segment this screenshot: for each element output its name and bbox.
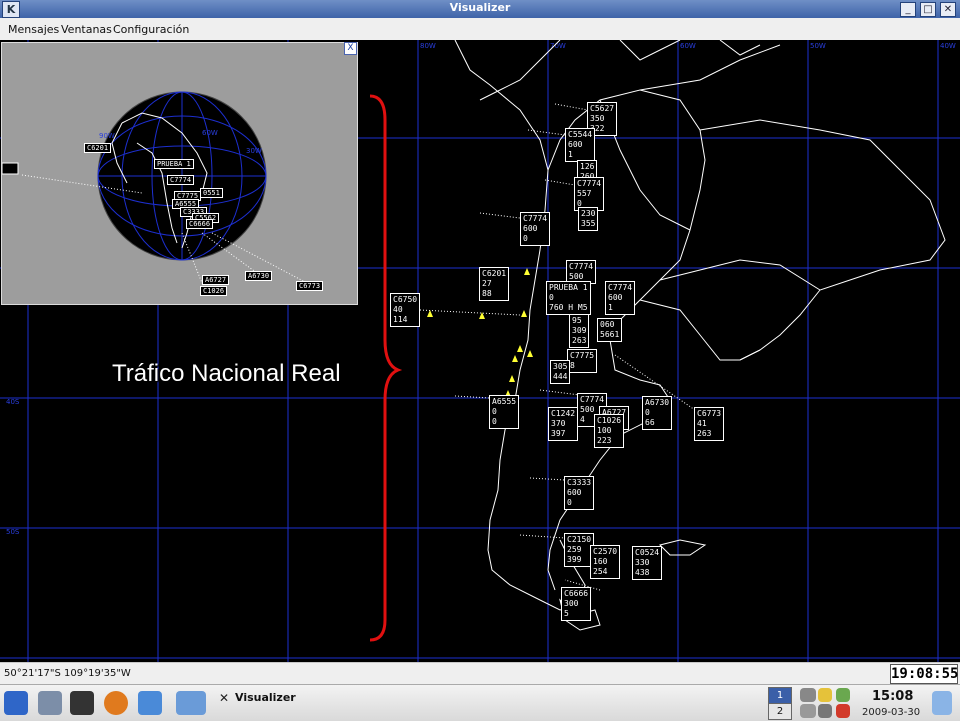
aircraft-marker	[479, 312, 485, 319]
globe-aircraft-label[interactable]: PRUEBA 1	[154, 159, 194, 169]
tray-clock-time[interactable]: 15:08	[872, 689, 913, 704]
volume-icon[interactable]	[800, 688, 816, 702]
meridian-label: 60W	[680, 42, 696, 50]
taskbar-item-visualizer[interactable]: ✕ Visualizer	[215, 688, 755, 718]
globe-aircraft-label[interactable]: A6730	[245, 271, 273, 281]
globe-grid-label: 30W	[246, 147, 262, 155]
offscreen-marker	[2, 162, 19, 175]
aircraft-label[interactable]: C7774 600 0	[520, 212, 551, 246]
tools-icon[interactable]	[818, 704, 832, 718]
aircraft-label[interactable]: A6730 0 66	[642, 396, 673, 430]
aircraft-label[interactable]: C7774 600 1	[605, 281, 636, 315]
menu-bar: Mensajes Ventanas Configuración	[0, 18, 960, 41]
klipper-icon[interactable]	[818, 688, 832, 702]
aircraft-marker	[521, 310, 527, 317]
aircraft-label[interactable]: C1242 370 397	[548, 407, 579, 441]
aircraft-label[interactable]: C1026 100 223	[594, 414, 625, 448]
aircraft-label[interactable]: C7775 8	[567, 349, 598, 373]
terminal-icon[interactable]	[70, 691, 94, 715]
globe-aircraft-label[interactable]: C6666	[186, 219, 214, 229]
update-icon[interactable]	[836, 688, 850, 702]
globe-aircraft-label[interactable]: C1026	[200, 286, 228, 296]
aircraft-marker	[527, 350, 533, 357]
meridian-label: 40W	[940, 42, 956, 50]
taskbar: ✕ Visualizer 1 2 15:08 2009-03-30	[0, 684, 960, 721]
aircraft-marker	[509, 375, 515, 382]
inset-close-button[interactable]: X	[344, 42, 357, 55]
system-icon[interactable]	[38, 691, 62, 715]
globe-grid-label: 60W	[202, 129, 218, 137]
meridian-label: 80W	[420, 42, 436, 50]
aircraft-label[interactable]: C7774 557 0	[574, 177, 605, 211]
globe-aircraft-label[interactable]: C6201	[84, 143, 112, 153]
trash-icon[interactable]	[932, 691, 952, 715]
aircraft-label[interactable]: C0524 330 438	[632, 546, 663, 580]
aircraft-label[interactable]: PRUEBA 1 0 760 H M5	[546, 281, 591, 315]
parallel-label: 50S	[6, 528, 20, 536]
globe-grid-label: 90W	[99, 132, 115, 140]
aircraft-marker	[512, 355, 518, 362]
globe-inset-panel[interactable]: 90W 60W 30W C6201 PRUEBA 1 C7774 C7775 0…	[1, 42, 358, 305]
tray-clock-date: 2009-03-30	[862, 707, 921, 718]
x-app-icon: ✕	[219, 691, 230, 705]
pager-desktop-1[interactable]: 1	[768, 687, 792, 704]
aircraft-label[interactable]: C6666 300 5	[561, 587, 592, 621]
leader-lines	[419, 103, 696, 591]
globe-aircraft-label[interactable]: A6727	[202, 275, 230, 285]
globe-aircraft-label[interactable]: C6773	[296, 281, 324, 291]
warning-icon[interactable]	[836, 704, 850, 718]
annotation-brace	[369, 94, 403, 642]
aircraft-label[interactable]: C2570 160 254	[590, 545, 621, 579]
status-bar: 50°21'17"S 109°19'35"W	[0, 662, 960, 685]
aircraft-marker	[524, 268, 530, 275]
pager-desktop-2[interactable]: 2	[768, 703, 792, 720]
aircraft-label[interactable]: C6773 41 263	[694, 407, 725, 441]
file-manager-icon[interactable]	[138, 691, 162, 715]
aircraft-label[interactable]: 230 355	[578, 207, 599, 231]
network-tray-icon[interactable]	[800, 704, 816, 718]
meridian-label: 50W	[810, 42, 826, 50]
menu-mensajes[interactable]: Mensajes	[8, 23, 59, 36]
menu-ventanas[interactable]: Ventanas	[61, 23, 112, 36]
aircraft-marker	[517, 345, 523, 352]
meridian-label: 70W	[550, 42, 566, 50]
window-titlebar: K Visualizer _ □ ✕	[0, 0, 960, 18]
aircraft-label[interactable]: C6201 27 88	[479, 267, 510, 301]
minimize-button[interactable]: _	[900, 2, 916, 17]
cursor-coordinates: 50°21'17"S 109°19'35"W	[4, 668, 131, 679]
globe-aircraft-label[interactable]: C7774	[167, 175, 195, 185]
kde-start-icon[interactable]	[4, 691, 28, 715]
coastline	[454, 40, 946, 631]
network-icon[interactable]	[176, 691, 206, 715]
firefox-icon[interactable]	[104, 691, 128, 715]
aircraft-label[interactable]: 305 444	[550, 360, 571, 384]
aircraft-label[interactable]: 95 309 263	[569, 314, 590, 348]
aircraft-label[interactable]: 060 5661	[597, 318, 623, 342]
aircraft-label[interactable]: A6555 0 0	[489, 395, 520, 429]
close-button[interactable]: ✕	[940, 2, 956, 17]
globe-canvas: 90W 60W 30W	[2, 91, 308, 284]
window-title: Visualizer	[449, 1, 511, 14]
menu-configuracion[interactable]: Configuración	[113, 23, 189, 36]
aircraft-label[interactable]: C3333 600 0	[564, 476, 595, 510]
parallel-label: 40S	[6, 398, 20, 406]
annotation-text: Tráfico Nacional Real	[112, 360, 341, 387]
utc-clock: 19:08:55	[890, 664, 959, 684]
globe-aircraft-label[interactable]: 0551	[200, 188, 223, 198]
aircraft-label[interactable]: C6750 40 114	[390, 293, 421, 327]
aircraft-label[interactable]: C5544 600 1	[565, 128, 596, 162]
desktop-pager[interactable]: 1 2	[768, 687, 792, 720]
maximize-button[interactable]: □	[920, 2, 936, 17]
